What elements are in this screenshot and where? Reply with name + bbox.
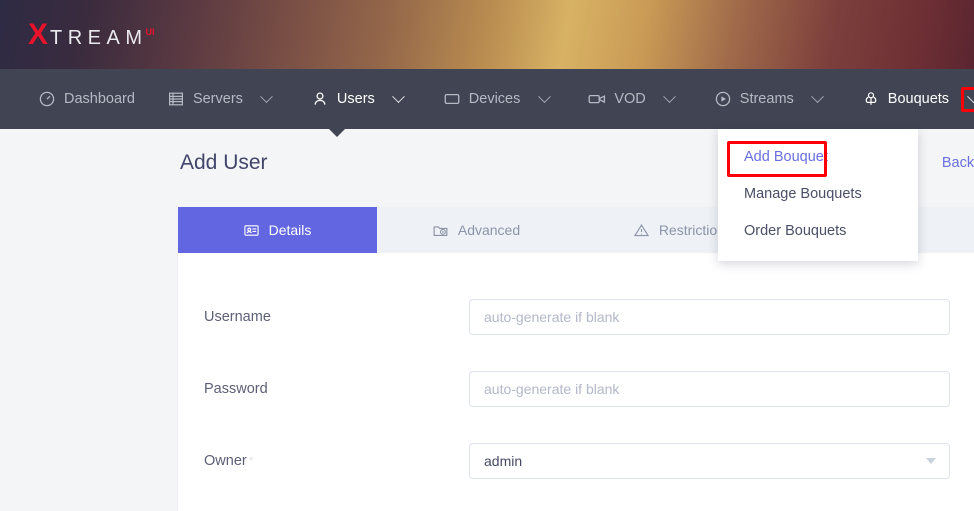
bouquets-dropdown-menu: Add Bouquet Manage Bouquets Order Bouque…: [718, 129, 918, 261]
xtream-logo[interactable]: X TREAM UI: [28, 20, 157, 50]
tab-advanced[interactable]: Advanced: [377, 207, 576, 253]
nav-label-dashboard: Dashboard: [64, 91, 135, 107]
vod-icon: [588, 90, 606, 108]
tab-details[interactable]: Details: [178, 207, 377, 253]
servers-chevron-wrap[interactable]: [255, 87, 279, 112]
bouquets-icon: [862, 90, 880, 108]
active-nav-pointer: [329, 129, 345, 137]
chevron-down-icon: [966, 89, 974, 103]
label-owner-text: Owner: [204, 453, 247, 469]
nav-item-streams[interactable]: Streams: [698, 69, 846, 129]
required-marker: *: [248, 454, 254, 468]
app-window: X TREAM UI Dashboard Servers Users Devic…: [0, 0, 974, 511]
page-title: Add User: [180, 151, 268, 174]
nav-item-users[interactable]: Users: [295, 69, 427, 129]
advanced-icon: [433, 222, 449, 238]
nav-label-vod: VOD: [614, 91, 646, 107]
nav-item-bouquets[interactable]: Bouquets: [846, 69, 974, 129]
nav-item-devices[interactable]: Devices: [427, 69, 573, 129]
vod-chevron-wrap[interactable]: [658, 87, 682, 112]
nav-item-dashboard[interactable]: Dashboard: [22, 69, 151, 129]
form-row-password: Password auto-generate if blank: [178, 353, 974, 425]
details-icon: [244, 222, 260, 238]
back-to-users-link[interactable]: Back to Us: [942, 155, 974, 171]
nav-label-users: Users: [336, 91, 375, 107]
main-navigation: Dashboard Servers Users Devices VOD Stre…: [0, 69, 974, 129]
chevron-down-icon: [392, 89, 406, 103]
form-row-username: Username auto-generate if blank: [178, 281, 974, 353]
nav-label-servers: Servers: [192, 91, 243, 107]
restrictions-icon: [634, 222, 650, 238]
logo-x-letter: X: [28, 18, 49, 51]
chevron-down-icon: [663, 89, 677, 103]
dropdown-item-add-bouquet[interactable]: Add Bouquet: [718, 138, 918, 175]
owner-select[interactable]: admin: [469, 443, 950, 479]
streams-chevron-wrap[interactable]: [806, 87, 830, 112]
tab-label-details: Details: [268, 222, 312, 238]
devices-chevron-wrap[interactable]: [532, 87, 556, 112]
nav-label-streams: Streams: [739, 91, 794, 107]
owner-selected-value: admin: [484, 453, 523, 469]
chevron-down-icon: [260, 89, 274, 103]
nav-label-devices: Devices: [468, 91, 521, 107]
chevron-down-icon: [926, 458, 936, 464]
dropdown-item-manage-bouquets[interactable]: Manage Bouquets: [718, 175, 918, 212]
label-username: Username: [204, 309, 271, 325]
password-input[interactable]: auto-generate if blank: [469, 371, 950, 407]
devices-icon: [443, 90, 461, 108]
dropdown-item-order-bouquets[interactable]: Order Bouquets: [718, 212, 918, 249]
password-placeholder: auto-generate if blank: [484, 381, 620, 397]
users-chevron-wrap[interactable]: [387, 87, 411, 112]
tab-label-restrictions: Restrictio: [658, 222, 718, 238]
chevron-down-icon: [811, 89, 825, 103]
logo-wordmark: TREAM: [50, 27, 148, 49]
add-user-form: Username auto-generate if blank Password…: [178, 253, 974, 497]
users-icon: [311, 90, 329, 108]
tab-label-advanced: Advanced: [457, 222, 521, 238]
label-password: Password: [204, 381, 268, 397]
streams-icon: [714, 90, 732, 108]
nav-item-vod[interactable]: VOD: [572, 69, 697, 129]
nav-label-bouquets: Bouquets: [887, 91, 950, 107]
chevron-down-icon: [537, 89, 551, 103]
brand-header: X TREAM UI: [0, 0, 974, 69]
nav-item-servers[interactable]: Servers: [151, 69, 295, 129]
username-placeholder: auto-generate if blank: [484, 309, 620, 325]
username-input[interactable]: auto-generate if blank: [469, 299, 950, 335]
dashboard-icon: [38, 90, 56, 108]
servers-icon: [167, 90, 185, 108]
logo-superscript: UI: [145, 27, 155, 37]
form-row-owner: Owner * admin: [178, 425, 974, 497]
label-owner: Owner *: [204, 453, 469, 469]
bouquets-dropdown-toggle[interactable]: [961, 86, 974, 112]
